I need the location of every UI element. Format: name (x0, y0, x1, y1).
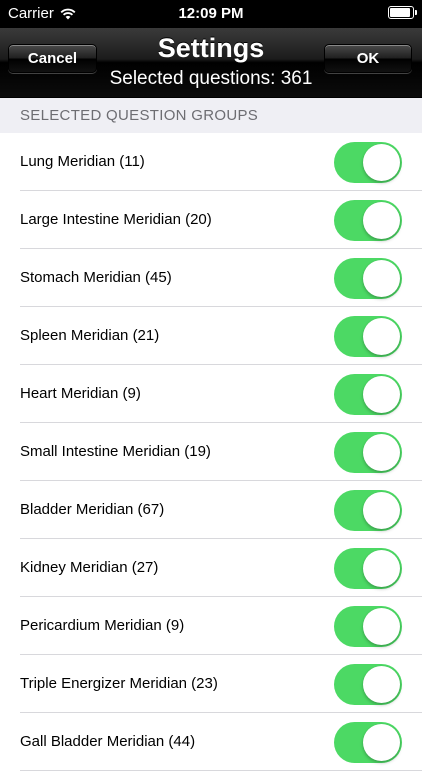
group-toggle[interactable] (334, 606, 402, 647)
toggle-knob (363, 260, 400, 297)
list-item: Kidney Meridian (27) (0, 539, 422, 597)
toggle-knob (363, 550, 400, 587)
list-item: Small Intestine Meridian (19) (0, 423, 422, 481)
toggle-knob (363, 492, 400, 529)
group-label: Heart Meridian (9) (20, 385, 141, 402)
question-group-list: Lung Meridian (11) Large Intestine Meridi… (0, 133, 422, 771)
group-toggle[interactable] (334, 548, 402, 589)
group-toggle[interactable] (334, 664, 402, 705)
toggle-knob (363, 434, 400, 471)
list-item: Gall Bladder Meridian (44) (0, 713, 422, 771)
toggle-knob (363, 666, 400, 703)
group-toggle[interactable] (334, 316, 402, 357)
group-label: Stomach Meridian (45) (20, 269, 172, 286)
group-label: Large Intestine Meridian (20) (20, 211, 212, 228)
group-toggle[interactable] (334, 374, 402, 415)
toggle-knob (363, 724, 400, 761)
group-toggle[interactable] (334, 490, 402, 531)
group-label: Gall Bladder Meridian (44) (20, 733, 196, 750)
list-item: Lung Meridian (11) (0, 133, 422, 191)
group-toggle[interactable] (334, 200, 402, 241)
group-toggle[interactable] (334, 722, 402, 763)
toggle-knob (363, 608, 400, 645)
toggle-knob (363, 318, 400, 355)
list-item: Spleen Meridian (21) (0, 307, 422, 365)
list-item: Pericardium Meridian (9) (0, 597, 422, 655)
status-time: 12:09 PM (178, 5, 244, 22)
group-toggle[interactable] (334, 432, 402, 473)
group-label: Lung Meridian (11) (20, 153, 145, 170)
list-item: Stomach Meridian (45) (0, 249, 422, 307)
navigation-bar: Cancel Settings Selected questions: 361 … (0, 28, 422, 98)
list-item: Bladder Meridian (67) (0, 481, 422, 539)
toggle-knob (363, 144, 400, 181)
group-toggle[interactable] (334, 142, 402, 183)
list-item: Heart Meridian (9) (0, 365, 422, 423)
list-item: Large Intestine Meridian (20) (0, 191, 422, 249)
group-label: Spleen Meridian (21) (20, 327, 160, 344)
group-toggle[interactable] (334, 258, 402, 299)
group-label: Small Intestine Meridian (19) (20, 443, 211, 460)
toggle-knob (363, 202, 400, 239)
list-item: Triple Energizer Meridian (23) (0, 655, 422, 713)
status-bar: Carrier 12:09 PM (0, 0, 422, 28)
section-header: SELECTED QUESTION GROUPS (0, 98, 422, 133)
ok-button[interactable]: OK (324, 44, 412, 73)
group-label: Kidney Meridian (27) (20, 559, 159, 576)
toggle-knob (363, 376, 400, 413)
battery-icon (388, 6, 417, 19)
group-label: Triple Energizer Meridian (23) (20, 675, 218, 692)
group-label: Pericardium Meridian (9) (20, 617, 185, 634)
group-label: Bladder Meridian (67) (20, 501, 165, 518)
